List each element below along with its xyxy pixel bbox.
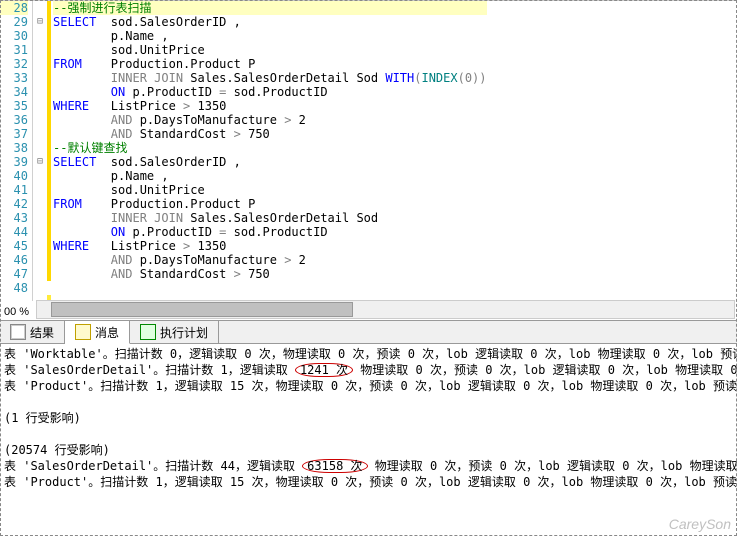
output-line: (20574 行受影响) <box>4 442 733 458</box>
watermark: CareySon <box>669 516 731 532</box>
plan-icon <box>140 324 156 340</box>
tab-messages[interactable]: 消息 <box>65 321 130 344</box>
tab-plan-label: 执行计划 <box>160 324 208 341</box>
output-line: (1 行受影响) <box>4 410 733 426</box>
tab-messages-label: 消息 <box>95 324 119 341</box>
tab-execution-plan[interactable]: 执行计划 <box>130 321 219 343</box>
tab-results[interactable]: 结果 <box>0 321 65 343</box>
line-number-gutter: 2829303132333435363738394041424344454647… <box>0 1 33 301</box>
output-line: 表 'Product'。扫描计数 1，逻辑读取 15 次，物理读取 0 次，预读… <box>4 378 733 394</box>
highlight-reads-2: 63158 次 <box>302 459 367 473</box>
fold-gutter: ⊟⊟ <box>33 1 47 301</box>
scrollbar-thumb[interactable] <box>51 302 353 317</box>
output-line: 表 'Worktable'。扫描计数 0，逻辑读取 0 次，物理读取 0 次，预… <box>4 346 733 362</box>
output-line <box>4 394 733 410</box>
highlight-reads-1: 1241 次 <box>295 363 353 377</box>
output-line <box>4 426 733 442</box>
output-line: 表 'Product'。扫描计数 1，逻辑读取 15 次，物理读取 0 次，预读… <box>4 474 733 490</box>
horizontal-scrollbar[interactable] <box>36 300 735 319</box>
grid-icon <box>10 324 26 340</box>
code-text[interactable]: --强制进行表扫描SELECT sod.SalesOrderID , p.Nam… <box>51 1 487 301</box>
tab-results-label: 结果 <box>30 324 54 341</box>
results-tabs: 结果 消息 执行计划 <box>0 320 737 344</box>
output-line: 表 'SalesOrderDetail'。扫描计数 44，逻辑读取 63158 … <box>4 458 733 474</box>
output-line: 表 'SalesOrderDetail'。扫描计数 1，逻辑读取 1241 次 … <box>4 362 733 378</box>
message-icon <box>75 324 91 340</box>
messages-output[interactable]: 表 'Worktable'。扫描计数 0，逻辑读取 0 次，物理读取 0 次，预… <box>0 344 737 536</box>
code-editor[interactable]: 2829303132333435363738394041424344454647… <box>0 0 737 301</box>
zoom-level[interactable]: 00 % <box>0 304 33 320</box>
